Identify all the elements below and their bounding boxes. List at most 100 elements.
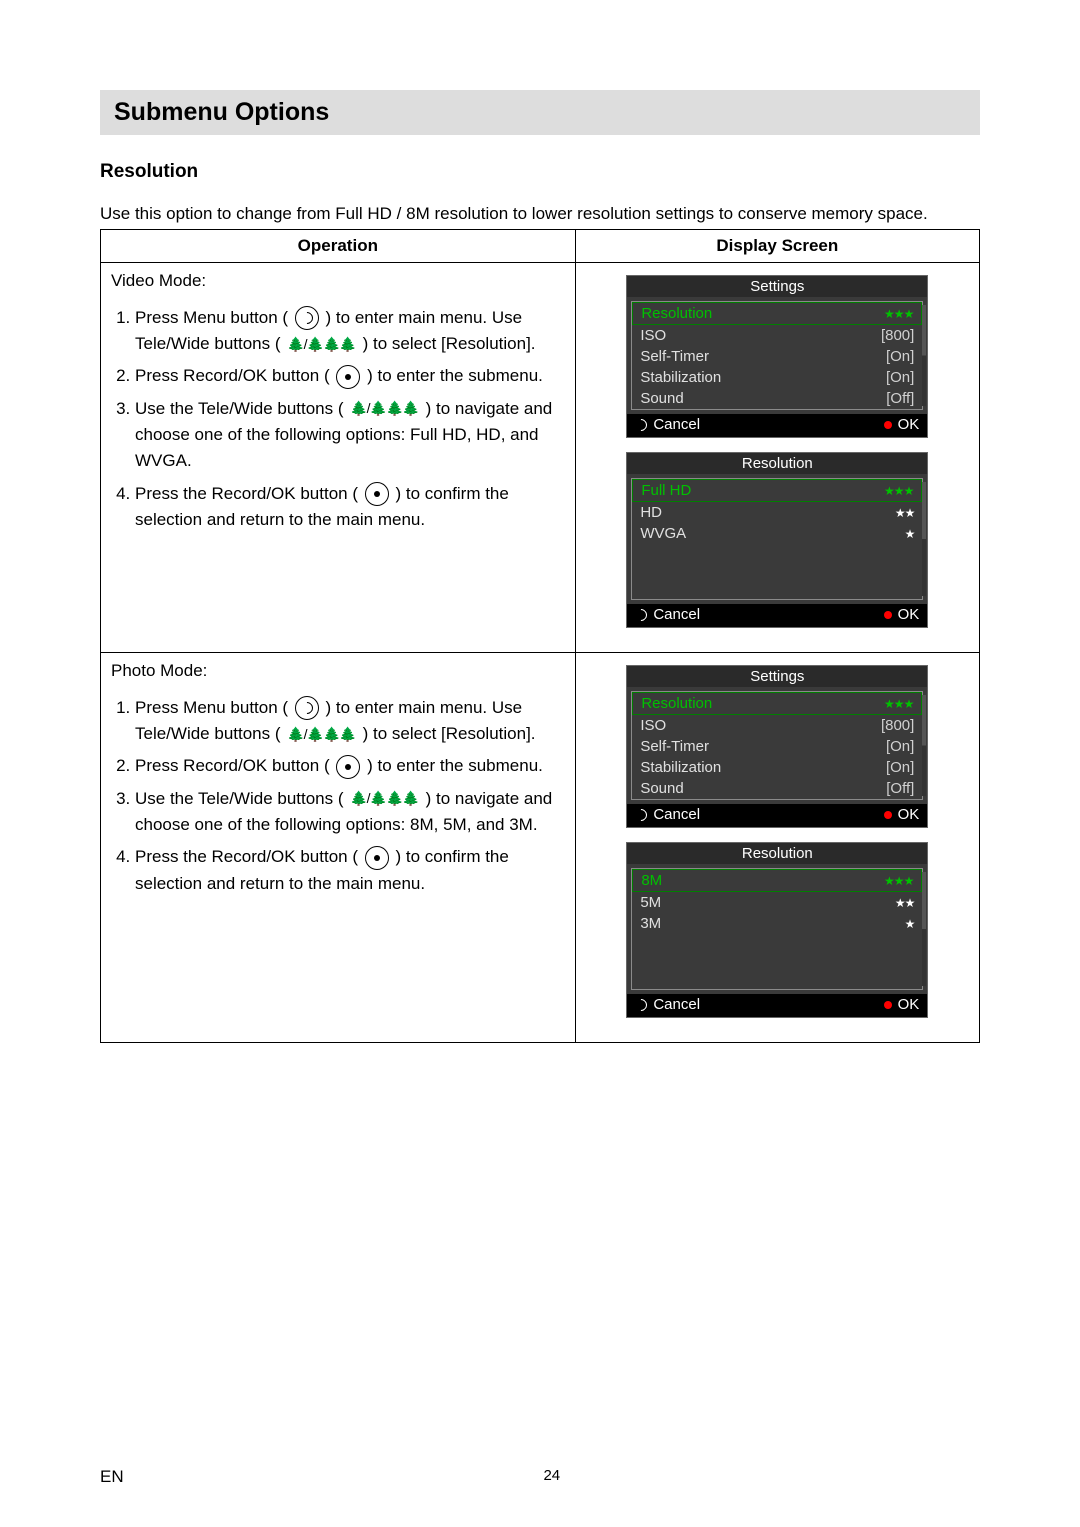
row-value: ★★★ — [884, 872, 913, 889]
screen-row: Self-Timer [On] — [632, 346, 922, 367]
star-icon: ★★★ — [884, 874, 913, 888]
screen-row: Full HD★★★ — [632, 479, 922, 502]
tele-wide-icon: 🌲/🌲🌲🌲 — [287, 724, 356, 746]
video-step-1: Press Menu button ( ) to enter main menu… — [135, 305, 565, 358]
row-label: 3M — [640, 915, 661, 932]
star-icon: ★★ — [895, 506, 915, 520]
t: Press the Record/OK button ( — [135, 847, 358, 866]
photo-step-2: Press Record/OK button ( ) to enter the … — [135, 753, 565, 779]
row-value: ★★★ — [884, 305, 913, 322]
screen-row: 3M ★ — [632, 913, 922, 934]
t: ) to select [Resolution]. — [363, 724, 536, 743]
t: Use the Tele/Wide buttons ( — [135, 789, 344, 808]
screen-row: WVGA ★ — [632, 523, 922, 544]
row-value: [On] — [886, 369, 914, 386]
screen-row: 8M ★★★ — [632, 869, 922, 892]
row-value: [On] — [886, 348, 914, 365]
t: ) to select [Resolution]. — [363, 334, 536, 353]
star-icon: ★★★ — [884, 307, 913, 321]
row-label: Resolution — [641, 695, 712, 712]
t: Press Record/OK button ( — [135, 756, 330, 775]
screen-row: 5M★★ — [632, 892, 922, 913]
video-step-4: Press the Record/OK button ( ) to confir… — [135, 481, 565, 534]
screen-title: Resolution — [627, 453, 927, 474]
t: Press Menu button ( — [135, 698, 288, 717]
video-display-cell: Settings Resolution★★★ISO[800]Self-Timer… — [575, 262, 979, 652]
menu-icon — [295, 696, 319, 720]
cancel-label: Cancel — [635, 996, 700, 1013]
row-value: ★★★ — [884, 695, 913, 712]
row-value: [800] — [881, 327, 914, 344]
tele-wide-icon: 🌲/🌲🌲🌲 — [350, 788, 419, 810]
t: ) to enter the submenu. — [367, 366, 543, 385]
col-operation: Operation — [101, 229, 576, 262]
ok-label: OK — [884, 996, 920, 1013]
record-ok-icon — [336, 755, 360, 779]
resolution-screen: Resolution Full HD★★★ HD ★★ WVGA ★ Cancel OK — [626, 452, 928, 628]
screen-row: Sound[Off] — [632, 388, 922, 409]
photo-step-3: Use the Tele/Wide buttons ( 🌲/🌲🌲🌲 ) to n… — [135, 786, 565, 839]
screen-row: HD ★★ — [632, 502, 922, 523]
screen-row: ISO[800] — [632, 715, 922, 736]
subsection-title: Resolution — [100, 161, 980, 183]
row-value: ★★ — [895, 504, 915, 521]
photo-step-1: Press Menu button ( ) to enter main menu… — [135, 695, 565, 748]
row-label: Self-Timer — [640, 348, 709, 365]
ok-label: OK — [884, 806, 920, 823]
star-icon: ★ — [905, 527, 915, 541]
record-ok-icon — [365, 482, 389, 506]
ok-label: OK — [884, 416, 920, 433]
cancel-label: Cancel — [635, 606, 700, 623]
row-value: ★★ — [895, 894, 915, 911]
screen-title: Settings — [627, 666, 927, 687]
t: Press Menu button ( — [135, 308, 288, 327]
photo-mode-label: Photo Mode: — [111, 661, 565, 681]
screen-row: Resolution ★★★ — [632, 692, 922, 715]
row-value: [Off] — [886, 780, 914, 797]
screen-row: Stabilization[On] — [632, 367, 922, 388]
star-icon: ★ — [905, 917, 915, 931]
photo-display-cell: Settings Resolution★★★ISO[800]Self-Timer… — [575, 652, 979, 1042]
settings-screen: Settings Resolution★★★ISO[800]Self-Timer… — [626, 275, 928, 438]
col-display: Display Screen — [575, 229, 979, 262]
tele-wide-icon: 🌲/🌲🌲🌲 — [350, 398, 419, 420]
row-label: 8M — [641, 872, 662, 889]
row-value: [On] — [886, 759, 914, 776]
t: Press Record/OK button ( — [135, 366, 330, 385]
row-label: ISO — [640, 327, 666, 344]
row-label: HD — [640, 504, 662, 521]
row-value: [On] — [886, 738, 914, 755]
record-ok-icon — [336, 365, 360, 389]
row-value: ★★★ — [884, 482, 913, 499]
ok-label: OK — [884, 606, 920, 623]
screen-row: Self-Timer[On] — [632, 736, 922, 757]
intro-text: Use this option to change from Full HD /… — [100, 201, 980, 227]
star-icon: ★★ — [895, 896, 915, 910]
row-label: Sound — [640, 390, 683, 407]
options-table: Operation Display Screen Video Mode: Pre… — [100, 229, 980, 1043]
row-value: ★ — [905, 915, 915, 932]
t: Use the Tele/Wide buttons ( — [135, 399, 344, 418]
page-number: 24 — [100, 1467, 980, 1484]
row-label: Sound — [640, 780, 683, 797]
scrollbar-icon — [922, 872, 926, 986]
record-ok-icon — [365, 846, 389, 870]
scrollbar-icon — [922, 305, 926, 406]
video-step-2: Press Record/OK button ( ) to enter the … — [135, 363, 565, 389]
settings-screen: Settings Resolution ★★★ ISO[800]Self-Timer… — [626, 665, 928, 828]
row-label: WVGA — [640, 525, 686, 542]
lang-label: EN — [100, 1467, 124, 1487]
video-mode-label: Video Mode: — [111, 271, 565, 291]
page-footer: EN 24 — [100, 1467, 980, 1487]
menu-icon — [295, 306, 319, 330]
t: Press the Record/OK button ( — [135, 484, 358, 503]
star-icon: ★★★ — [884, 484, 913, 498]
photo-step-4: Press the Record/OK button ( ) to confir… — [135, 844, 565, 897]
tele-wide-icon: 🌲/🌲🌲🌲 — [287, 334, 356, 356]
section-title: Submenu Options — [100, 90, 980, 135]
resolution-screen: Resolution 8M★★★5M★★3M★ Cancel OK — [626, 842, 928, 1018]
row-label: Resolution — [641, 305, 712, 322]
video-step-3: Use the Tele/Wide buttons ( 🌲/🌲🌲🌲 ) to n… — [135, 396, 565, 475]
cancel-label: Cancel — [635, 416, 700, 433]
screen-row: Resolution ★★★ — [632, 302, 922, 325]
